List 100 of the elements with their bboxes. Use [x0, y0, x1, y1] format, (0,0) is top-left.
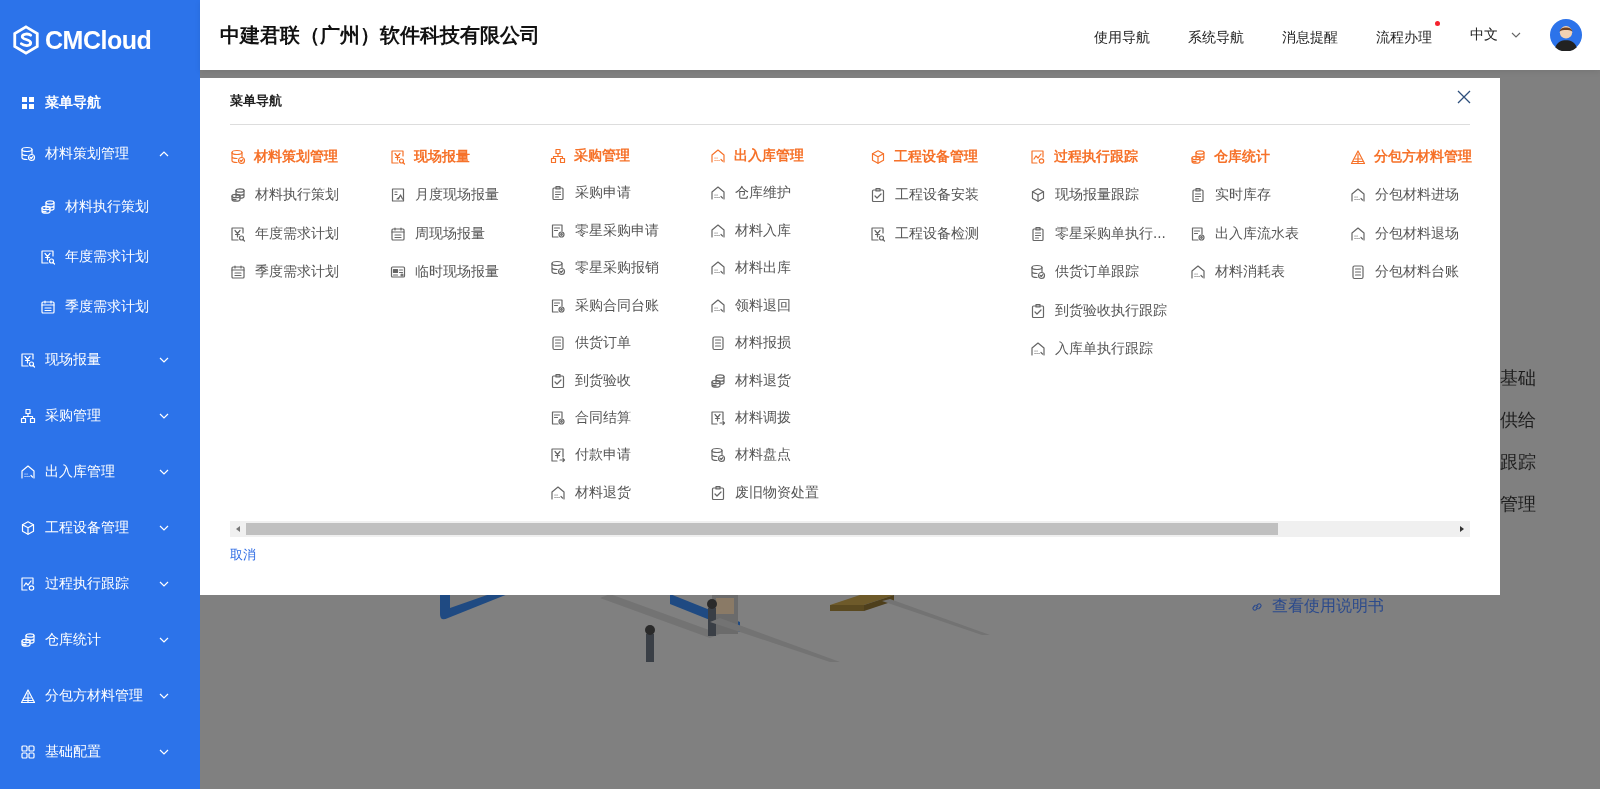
hierarchy-icon — [20, 408, 36, 424]
menu-item[interactable]: 季度需求计划 — [230, 262, 390, 283]
database-icon — [1030, 264, 1046, 281]
close-icon[interactable] — [1457, 90, 1471, 104]
menu-item[interactable]: 临时现场报量 — [390, 262, 550, 283]
menu-item[interactable]: 供货订单跟踪 — [1030, 262, 1190, 283]
menu-item[interactable]: 废旧物资处置 — [710, 483, 870, 503]
sidebar-subitem[interactable]: 年度需求计划 — [0, 232, 200, 282]
nav-link[interactable]: 系统导航 — [1188, 21, 1252, 49]
menu-item[interactable]: 出入库流水表 — [1190, 223, 1350, 244]
document-search-icon — [390, 149, 406, 165]
menu-item[interactable]: 工程设备检测 — [870, 223, 1030, 244]
menu-item[interactable]: 分包材料退场 — [1350, 223, 1470, 244]
triangle-icon — [20, 688, 36, 704]
scroll-left-icon[interactable] — [234, 525, 242, 533]
database-icon — [550, 260, 566, 277]
page-text: 供给 — [1500, 408, 1537, 432]
menu-item[interactable]: 周现场报量 — [390, 223, 550, 244]
clipboard-check-icon — [710, 484, 726, 501]
menu-item[interactable]: 零星采购单执行... — [1030, 223, 1190, 244]
sidebar-item[interactable]: 仓库统计 — [0, 612, 200, 668]
menu-category: 分包方材料管理 — [1350, 147, 1470, 167]
menu-item[interactable]: 材料消耗表 — [1190, 262, 1350, 283]
card-icon — [390, 264, 406, 281]
sidebar-item[interactable]: 过程执行跟踪 — [0, 556, 200, 612]
menu-item[interactable]: 采购申请 — [550, 183, 710, 203]
document-search-icon — [40, 249, 56, 265]
calendar-icon — [230, 264, 246, 281]
sidebar-subitem[interactable]: 材料执行策划 — [0, 182, 200, 232]
sidebar-subitem[interactable]: 季度需求计划 — [0, 282, 200, 332]
house-icon — [1350, 187, 1366, 203]
menu-item[interactable]: 分包材料台账 — [1350, 262, 1470, 283]
triangle-icon — [1350, 149, 1366, 165]
menu-item[interactable]: 到货验收 — [550, 371, 710, 390]
chart-document-icon — [20, 576, 36, 592]
menu-item[interactable]: 工程设备安装 — [870, 185, 1030, 205]
menu-item[interactable]: 零星采购申请 — [550, 221, 710, 241]
coins-icon — [40, 199, 56, 215]
panel-title: 菜单导航 — [230, 92, 282, 110]
house-icon — [710, 185, 726, 202]
horizontal-scrollbar[interactable] — [230, 521, 1470, 537]
grid-icon — [20, 95, 36, 111]
menu-item[interactable]: 分包材料进场 — [1350, 185, 1470, 205]
menu-item[interactable]: 材料出库 — [710, 258, 870, 278]
menu-item[interactable]: 材料盘点 — [710, 446, 870, 465]
nav-link[interactable]: 使用导航 — [1094, 21, 1158, 49]
list-document-icon — [550, 335, 566, 352]
document-gear-icon — [1190, 225, 1206, 242]
cancel-link[interactable]: 取消 — [230, 546, 1470, 564]
sidebar-item[interactable]: 菜单导航 — [0, 80, 200, 126]
menu-item[interactable]: 月度现场报量 — [390, 185, 550, 205]
menu-item[interactable]: 入库单执行跟踪 — [1030, 339, 1190, 360]
clipboard-icon — [1190, 187, 1206, 203]
document-gear-icon — [550, 297, 566, 314]
avatar-icon[interactable] — [1550, 19, 1582, 51]
document-chart-icon — [390, 187, 406, 203]
calendar-icon — [40, 299, 56, 315]
document-gear-icon — [550, 222, 566, 239]
menu-item[interactable]: 现场报量跟踪 — [1030, 185, 1190, 205]
menu-item[interactable]: 材料报损 — [710, 333, 870, 353]
menu-item[interactable]: 供货订单 — [550, 333, 710, 353]
menu-category: 过程执行跟踪 — [1030, 147, 1190, 167]
language-select[interactable]: 中文 — [1470, 26, 1522, 44]
database-icon — [20, 146, 36, 162]
page-text: 基础 — [1500, 366, 1537, 390]
menu-item[interactable]: 仓库维护 — [710, 183, 870, 203]
menu-item[interactable]: 采购合同台账 — [550, 296, 710, 316]
document-search-icon — [20, 352, 36, 368]
menu-item[interactable]: 实时库存 — [1190, 185, 1350, 205]
menu-item[interactable]: 材料退货 — [710, 371, 870, 390]
company-title: 中建君联（广州）软件科技有限公司 — [220, 21, 540, 49]
sidebar-item[interactable]: 采购管理 — [0, 388, 200, 444]
house-icon — [710, 260, 726, 277]
sidebar-item[interactable]: 基础配置 — [0, 724, 200, 780]
sidebar-item[interactable]: 材料策划管理 — [0, 126, 200, 182]
menu-category: 材料策划管理 — [230, 147, 390, 167]
nav-link[interactable]: 消息提醒 — [1282, 21, 1346, 49]
menu-item[interactable]: 材料退货 — [550, 483, 710, 503]
document-arrow-icon — [710, 410, 726, 426]
menu-category: 现场报量 — [390, 147, 550, 167]
sidebar-item[interactable]: 工程设备管理 — [0, 500, 200, 556]
menu-item[interactable]: 材料执行策划 — [230, 185, 390, 205]
sidebar-item[interactable]: 出入库管理 — [0, 444, 200, 500]
menu-item[interactable]: 付款申请 — [550, 446, 710, 465]
clipboard-check-icon — [550, 372, 566, 389]
menu-item[interactable]: 领料退回 — [710, 296, 870, 316]
page-text: 跟踪 — [1500, 450, 1537, 474]
menu-item[interactable]: 材料入库 — [710, 221, 870, 241]
menu-item[interactable]: 材料调拨 — [710, 408, 870, 428]
nav-link[interactable]: 流程办理 — [1376, 21, 1440, 49]
menu-item[interactable]: 合同结算 — [550, 408, 710, 428]
menu-item[interactable]: 零星采购报销 — [550, 258, 710, 278]
sidebar-item[interactable]: 现场报量 — [0, 332, 200, 388]
document-search-icon — [230, 225, 246, 242]
sidebar-item[interactable]: 分包方材料管理 — [0, 668, 200, 724]
menu-item[interactable]: 年度需求计划 — [230, 223, 390, 244]
scroll-right-icon[interactable] — [1458, 525, 1466, 533]
cube-icon — [870, 149, 886, 165]
menu-item[interactable]: 到货验收执行跟踪 — [1030, 300, 1190, 321]
clipboard-check-icon — [870, 187, 886, 203]
